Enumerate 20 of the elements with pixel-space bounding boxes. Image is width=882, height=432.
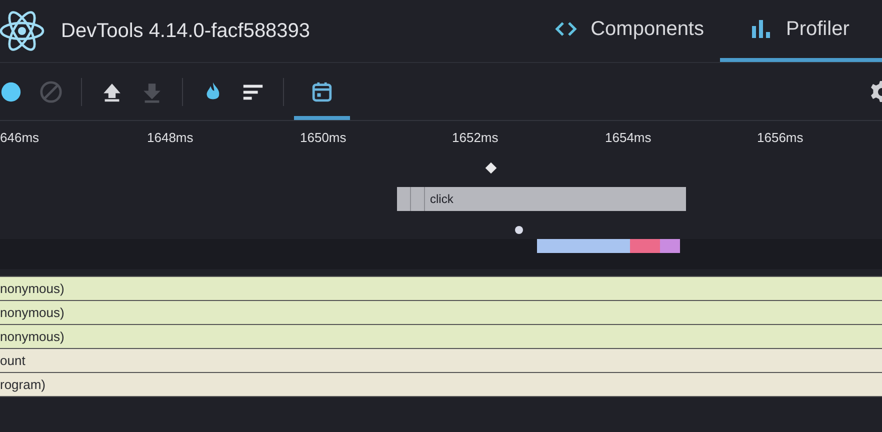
event-bar[interactable]: click xyxy=(397,187,686,211)
time-tick-label: 1648ms xyxy=(147,130,194,145)
time-tick-label: 1656ms xyxy=(757,130,804,145)
flame-row[interactable]: nonymous) xyxy=(0,277,882,301)
record-dot-icon xyxy=(0,80,23,104)
time-tick-label: 1650ms xyxy=(300,130,346,145)
bar-chart-icon xyxy=(750,18,772,40)
flame-row[interactable]: ount xyxy=(0,349,882,373)
flame-row[interactable]: nonymous) xyxy=(0,301,882,325)
profiler-tab[interactable]: Profiler xyxy=(720,0,882,62)
cancel-icon xyxy=(39,80,63,104)
time-tick-label: 1654ms xyxy=(605,130,652,145)
components-tab[interactable]: Components xyxy=(524,0,720,62)
point-marker xyxy=(515,226,523,234)
flame-row[interactable]: rogram) xyxy=(0,373,882,397)
flame-row[interactable]: nonymous) xyxy=(0,325,882,349)
time-tick-label: 1652ms xyxy=(452,130,498,145)
time-tick-label: 646ms xyxy=(0,130,40,145)
calendar-icon xyxy=(310,80,334,104)
app-title: DevTools 4.14.0-facf588393 xyxy=(61,20,310,42)
